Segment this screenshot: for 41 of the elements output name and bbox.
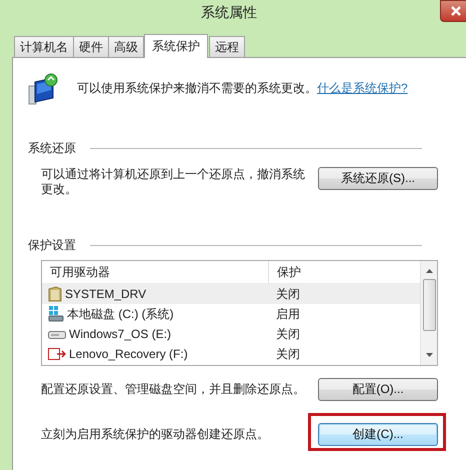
tab[interactable]: 系统保护	[144, 34, 208, 58]
drive-name: SYSTEM_DRV	[65, 287, 146, 301]
protection-status: 启用	[275, 306, 300, 322]
close-button[interactable]	[440, 0, 466, 22]
column-header[interactable]: 保护	[269, 264, 301, 280]
tab[interactable]: 计算机名	[14, 36, 74, 57]
window-title: 系统属性	[201, 4, 257, 22]
hard-drive-icon	[48, 328, 66, 340]
system-restore-button[interactable]: 系统还原(S)...	[318, 167, 438, 190]
protection-status: 关闭	[275, 286, 300, 302]
create-description: 立刻为启用系统保护的驱动器创建还原点。	[41, 427, 270, 442]
drive-name: Windows7_OS (E:)	[69, 327, 172, 341]
intro-text: 可以使用系统保护来撤消不需要的系统更改。什么是系统保护?	[77, 80, 408, 97]
configure-description: 配置还原设置、管理磁盘空间，并且删除还原点。	[41, 382, 306, 397]
tab[interactable]: 远程	[209, 36, 245, 57]
computer-shield-icon	[27, 72, 59, 106]
scroll-up-icon	[426, 269, 432, 273]
drive-row[interactable]: SYSTEM_DRV 关闭	[42, 284, 420, 304]
drive-row[interactable]: Lenovo_Recovery (F:) 关闭	[42, 344, 420, 364]
scroll-thumb[interactable]	[422, 279, 436, 331]
restore-description: 可以通过将计算机还原到上一个还原点，撤消系统更改。	[41, 167, 306, 197]
close-icon	[451, 6, 461, 16]
windows-drive-icon	[48, 306, 64, 322]
scrollbar[interactable]	[420, 261, 437, 365]
tab[interactable]: 硬件	[73, 36, 109, 57]
column-header[interactable]: 可用驱动器	[42, 264, 110, 280]
drive-name: Lenovo_Recovery (F:)	[69, 347, 188, 361]
protection-status: 关闭	[275, 326, 300, 342]
help-link[interactable]: 什么是系统保护?	[317, 81, 408, 95]
scroll-down-icon	[426, 353, 432, 357]
protection-status: 关闭	[275, 346, 300, 362]
create-button[interactable]: 创建(C)...	[318, 423, 438, 446]
drive-name: 本地磁盘 (C:) (系统)	[67, 306, 174, 322]
recovery-drive-icon	[48, 347, 66, 361]
drive-row[interactable]: 本地磁盘 (C:) (系统) 启用	[42, 304, 420, 324]
drive-row[interactable]: Windows7_OS (E:) 关闭	[42, 324, 420, 344]
folder-icon	[48, 286, 62, 302]
section-heading: 保护设置	[28, 237, 76, 254]
tab[interactable]: 高级	[108, 36, 144, 57]
configure-button[interactable]: 配置(O)...	[318, 378, 438, 401]
section-heading: 系统还原	[28, 140, 76, 157]
